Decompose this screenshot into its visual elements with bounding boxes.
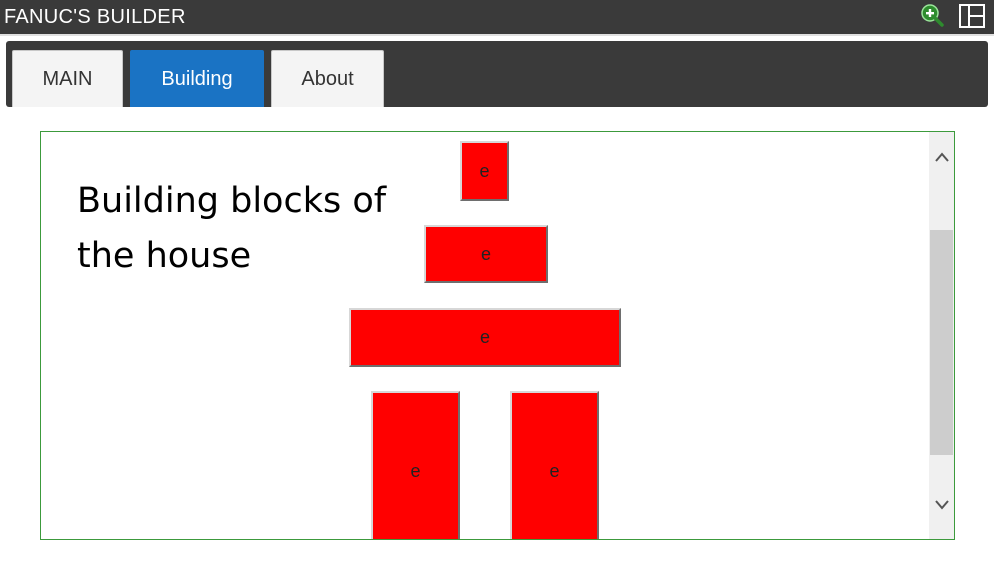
title-bar: FANUC'S BUILDER (0, 0, 994, 36)
tab-building[interactable]: Building (130, 50, 264, 107)
scroll-thumb[interactable] (930, 230, 953, 455)
vertical-scrollbar[interactable] (929, 132, 954, 539)
scroll-down-icon[interactable] (929, 492, 954, 518)
tab-about[interactable]: About (271, 50, 384, 107)
block-chimney[interactable]: e (460, 141, 509, 201)
tab-bar: MAIN Building About (6, 41, 988, 107)
zoom-in-icon[interactable] (920, 3, 944, 32)
block-wall-right[interactable]: e (510, 391, 599, 539)
app-title: FANUC'S BUILDER (4, 6, 186, 28)
layout-panel-icon[interactable] (958, 3, 986, 34)
scroll-up-icon[interactable] (929, 144, 954, 170)
tab-main[interactable]: MAIN (12, 50, 123, 107)
block-roof-top[interactable]: e (424, 225, 548, 283)
building-panel: Building blocks of the house e e e e e (40, 131, 955, 540)
block-roof-base[interactable]: e (349, 308, 621, 367)
page-heading: Building blocks of the house (77, 181, 387, 276)
block-wall-left[interactable]: e (371, 391, 460, 539)
